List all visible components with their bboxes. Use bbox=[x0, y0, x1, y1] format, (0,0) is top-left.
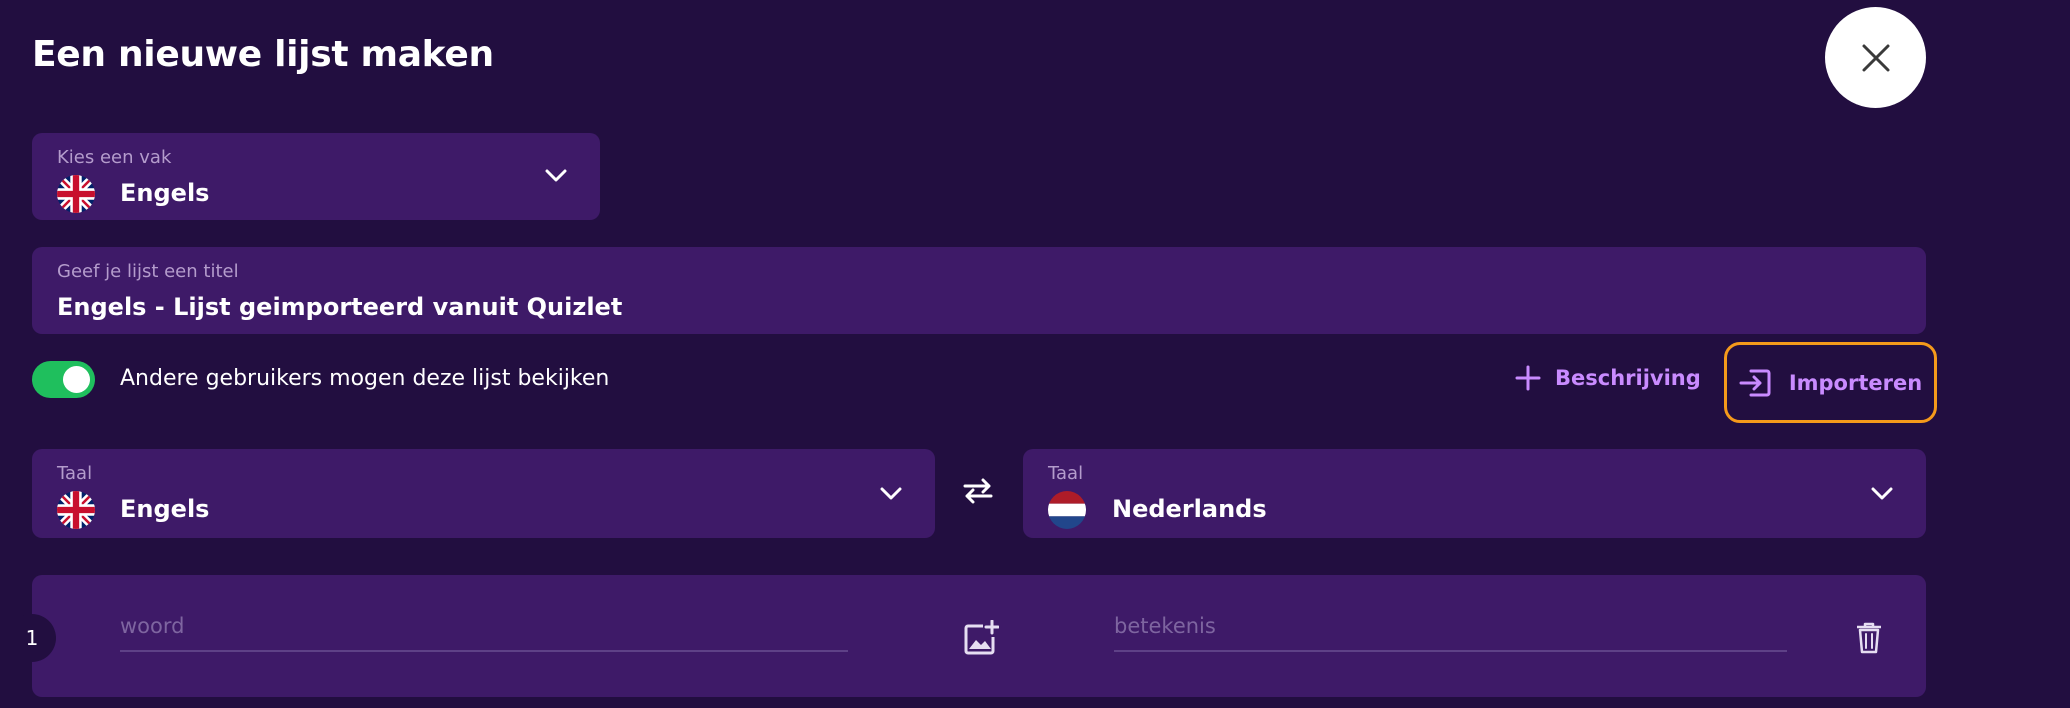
language-select-left-label: Taal bbox=[57, 463, 93, 484]
visibility-toggle-label: Andere gebruikers mogen deze lijst bekij… bbox=[120, 366, 610, 391]
add-description-label: Beschrijving bbox=[1555, 366, 1701, 390]
language-select-right[interactable]: Taal Nederlands bbox=[1023, 449, 1926, 538]
uk-flag-icon bbox=[57, 491, 95, 529]
language-select-right-label: Taal bbox=[1048, 463, 1084, 484]
subject-select-label: Kies een vak bbox=[57, 147, 172, 168]
close-icon bbox=[1862, 44, 1889, 71]
toggle-knob bbox=[63, 366, 90, 393]
meaning-input[interactable] bbox=[1114, 614, 1787, 652]
chevron-down-icon bbox=[1871, 487, 1893, 500]
subject-select-value: Engels bbox=[120, 179, 210, 207]
close-button[interactable] bbox=[1825, 7, 1926, 108]
trash-icon bbox=[1857, 622, 1881, 654]
uk-flag-icon bbox=[57, 175, 95, 213]
import-label: Importeren bbox=[1788, 370, 1923, 395]
list-title-value[interactable]: Engels - Lijst geimporteerd vanuit Quizl… bbox=[57, 293, 622, 321]
page-title: Een nieuwe lijst maken bbox=[32, 34, 494, 75]
list-title-field[interactable]: Geef je lijst een titel Engels - Lijst g… bbox=[32, 247, 1926, 334]
nl-flag-icon bbox=[1048, 491, 1086, 529]
import-icon bbox=[1739, 369, 1771, 396]
add-image-button[interactable] bbox=[963, 619, 1000, 660]
chevron-down-icon bbox=[545, 169, 567, 182]
create-list-page: Een nieuwe lijst maken Kies een vak Enge… bbox=[0, 0, 2070, 708]
language-select-left[interactable]: Taal Engels bbox=[32, 449, 935, 538]
plus-icon bbox=[1515, 365, 1541, 391]
swap-arrows-icon bbox=[963, 478, 993, 504]
language-select-right-value: Nederlands bbox=[1112, 495, 1267, 523]
add-image-icon bbox=[964, 619, 1000, 655]
add-description-button[interactable]: Beschrijving bbox=[1515, 365, 1701, 391]
word-input[interactable] bbox=[120, 614, 848, 652]
chevron-down-icon bbox=[880, 487, 902, 500]
subject-select[interactable]: Kies een vak Engels bbox=[32, 133, 600, 220]
visibility-toggle[interactable] bbox=[32, 361, 95, 398]
list-title-label: Geef je lijst een titel bbox=[57, 261, 239, 282]
row-number: 1 bbox=[8, 614, 56, 662]
swap-languages-button[interactable] bbox=[962, 478, 994, 508]
language-select-left-value: Engels bbox=[120, 495, 210, 523]
delete-row-button[interactable] bbox=[1856, 622, 1882, 658]
import-button[interactable]: Importeren bbox=[1724, 342, 1937, 423]
